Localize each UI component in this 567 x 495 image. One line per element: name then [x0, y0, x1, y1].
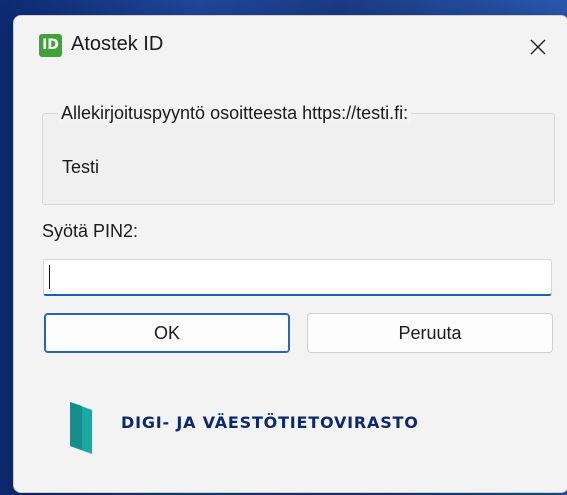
text-caret: [49, 265, 50, 289]
request-groupbox: [42, 113, 555, 205]
request-message: Testi: [62, 157, 100, 177]
dvv-logo-icon: [70, 402, 92, 454]
pin-label: Syötä PIN2:: [42, 221, 139, 241]
cancel-button[interactable]: Peruuta: [307, 313, 553, 353]
close-icon: [530, 39, 546, 55]
close-button[interactable]: [508, 16, 567, 78]
org-name: DIGI- JA VÄESTÖTIETOVIRASTO: [121, 413, 419, 432]
pin2-input[interactable]: [43, 259, 552, 296]
ok-button[interactable]: OK: [44, 313, 290, 353]
title-bar: ID Atostek ID: [14, 16, 567, 78]
request-group-title: Allekirjoituspyyntö osoitteesta https://…: [58, 103, 412, 124]
window-title: Atostek ID: [71, 33, 164, 55]
app-id-icon: ID: [39, 34, 62, 57]
